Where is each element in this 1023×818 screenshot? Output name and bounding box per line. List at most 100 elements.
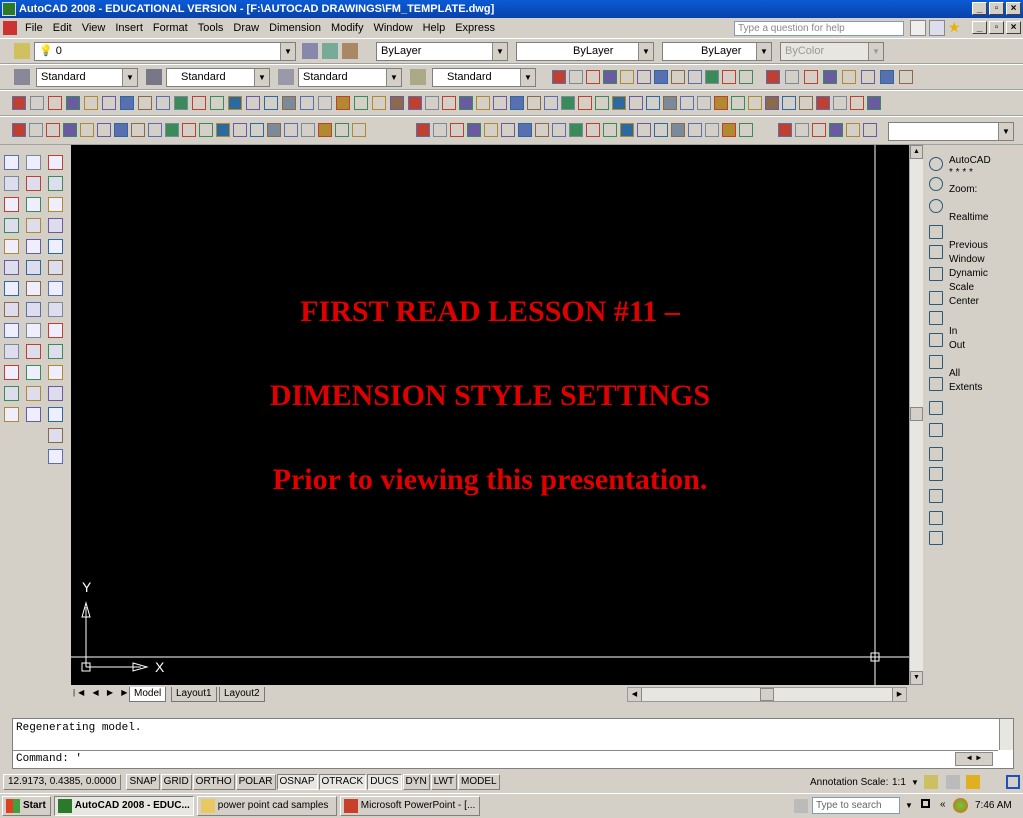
menu-format[interactable]: Format <box>148 22 193 34</box>
edit-tool-icon[interactable] <box>552 123 566 137</box>
draw-tool-icon[interactable] <box>352 123 366 137</box>
modify-tool-icon[interactable] <box>390 96 404 110</box>
clean-screen-icon[interactable] <box>1006 775 1020 789</box>
palette-tool-icon[interactable] <box>4 239 19 254</box>
layer-states-icon[interactable] <box>342 43 358 59</box>
solid-tool-icon[interactable] <box>748 96 762 110</box>
palette-tool-icon[interactable] <box>4 365 19 380</box>
dimension-style-dropdown[interactable]: Standard ▼ <box>166 68 270 87</box>
solid-tool-icon[interactable] <box>782 96 796 110</box>
edit-tool-icon[interactable] <box>722 123 736 137</box>
text-style-icon[interactable] <box>14 69 30 85</box>
zoom-tool-icon[interactable] <box>620 70 634 84</box>
draw-tool-icon[interactable] <box>318 123 332 137</box>
menu-file[interactable]: File <box>20 22 48 34</box>
edit-tool-icon[interactable] <box>518 123 532 137</box>
palette-tool-icon[interactable] <box>48 365 63 380</box>
doc-minimize-button[interactable]: _ <box>972 21 987 34</box>
palette-tool-icon[interactable] <box>26 365 41 380</box>
palette-tool-icon[interactable] <box>4 407 19 422</box>
toggle-polar[interactable]: POLAR <box>235 774 276 790</box>
palette-tool-icon[interactable] <box>4 323 19 338</box>
zoom-tool-icon[interactable] <box>569 70 583 84</box>
scrollbar-thumb[interactable] <box>910 407 923 421</box>
zoom-palette-icon[interactable] <box>929 401 943 415</box>
taskbar-item-powerpoint[interactable]: Microsoft PowerPoint - [... <box>339 796 480 816</box>
tab-model[interactable]: Model <box>129 687 167 702</box>
minimize-button[interactable]: _ <box>972 2 987 15</box>
solid-tool-icon[interactable] <box>595 96 609 110</box>
modify-tool-icon[interactable] <box>354 96 368 110</box>
dimension-style-icon[interactable] <box>146 69 162 85</box>
zoom-option-in[interactable]: In <box>949 326 957 337</box>
chevron-down-icon[interactable]: ▼ <box>911 778 919 787</box>
zoom-tool-icon[interactable] <box>637 70 651 84</box>
solid-tool-icon[interactable] <box>459 96 473 110</box>
zoom-palette-icon[interactable] <box>929 511 943 525</box>
text-tool-icon[interactable] <box>766 70 780 84</box>
solid-tool-icon[interactable] <box>612 96 626 110</box>
edit-tool-icon[interactable] <box>433 123 447 137</box>
modify-tool-icon[interactable] <box>120 96 134 110</box>
zoom-tool-icon[interactable] <box>603 70 617 84</box>
draw-tool-icon[interactable] <box>12 123 26 137</box>
palette-tool-icon[interactable] <box>4 155 19 170</box>
solid-tool-icon[interactable] <box>850 96 864 110</box>
palette-tool-icon[interactable] <box>48 218 63 233</box>
tab-layout1[interactable]: Layout1 <box>171 687 217 702</box>
palette-tool-icon[interactable] <box>48 176 63 191</box>
palette-tool-icon[interactable] <box>26 239 41 254</box>
annotation-scale-value[interactable]: 1:1 <box>892 777 906 788</box>
text-tool-icon[interactable] <box>823 70 837 84</box>
modify-tool-icon[interactable] <box>210 96 224 110</box>
solid-tool-icon[interactable] <box>646 96 660 110</box>
modify-tool-icon[interactable] <box>372 96 386 110</box>
zoom-palette-icon[interactable] <box>929 531 943 545</box>
util-tool-icon[interactable] <box>812 123 826 137</box>
util-tool-icon[interactable] <box>829 123 843 137</box>
modify-tool-icon[interactable] <box>156 96 170 110</box>
solid-tool-icon[interactable] <box>714 96 728 110</box>
toggle-snap[interactable]: SNAP <box>126 774 160 790</box>
draw-tool-icon[interactable] <box>233 123 247 137</box>
draw-tool-icon[interactable] <box>97 123 111 137</box>
edit-tool-icon[interactable] <box>484 123 498 137</box>
zoom-option-out[interactable]: Out <box>949 340 965 351</box>
toolbar-lock-icon[interactable] <box>966 775 980 789</box>
solid-tool-icon[interactable] <box>425 96 439 110</box>
edit-tool-icon[interactable] <box>416 123 430 137</box>
scroll-right-arrow-icon[interactable]: ▶ <box>892 688 906 701</box>
linetype-control-dropdown[interactable]: ByLayer ▼ <box>516 42 654 61</box>
toggle-osnap[interactable]: OSNAP <box>276 774 318 790</box>
zoom-tool-icon[interactable] <box>671 70 685 84</box>
palette-tool-icon[interactable] <box>4 281 19 296</box>
favorites-star-icon[interactable]: ★ <box>948 20 964 36</box>
edit-tool-icon[interactable] <box>450 123 464 137</box>
draw-tool-icon[interactable] <box>301 123 315 137</box>
text-tool-icon[interactable] <box>899 70 913 84</box>
zoom-palette-icon[interactable] <box>929 177 943 191</box>
solid-tool-icon[interactable] <box>731 96 745 110</box>
solid-tool-icon[interactable] <box>527 96 541 110</box>
taskbar-item-folder[interactable]: power point cad samples <box>196 796 337 816</box>
zoom-tool-icon[interactable] <box>586 70 600 84</box>
drawing-canvas[interactable]: FIRST READ LESSON #11 – DIMENSION STYLE … <box>71 145 909 685</box>
util-tool-icon[interactable] <box>795 123 809 137</box>
modify-tool-icon[interactable] <box>102 96 116 110</box>
zoom-option-window[interactable]: Window <box>949 254 985 265</box>
palette-tool-icon[interactable] <box>4 344 19 359</box>
draw-tool-icon[interactable] <box>284 123 298 137</box>
edit-tool-icon[interactable] <box>671 123 685 137</box>
command-scrollbar[interactable] <box>999 719 1013 750</box>
solid-tool-icon[interactable] <box>578 96 592 110</box>
tab-layout2[interactable]: Layout2 <box>219 687 265 702</box>
command-scroll-arrows-icon[interactable]: ◀ ▶ <box>955 752 993 766</box>
palette-tool-icon[interactable] <box>4 260 19 275</box>
modify-tool-icon[interactable] <box>66 96 80 110</box>
zoom-tool-icon[interactable] <box>688 70 702 84</box>
palette-tool-icon[interactable] <box>4 302 19 317</box>
text-tool-icon[interactable] <box>861 70 875 84</box>
modify-tool-icon[interactable] <box>174 96 188 110</box>
zoom-palette-icon[interactable] <box>929 199 943 213</box>
edit-tool-icon[interactable] <box>739 123 753 137</box>
